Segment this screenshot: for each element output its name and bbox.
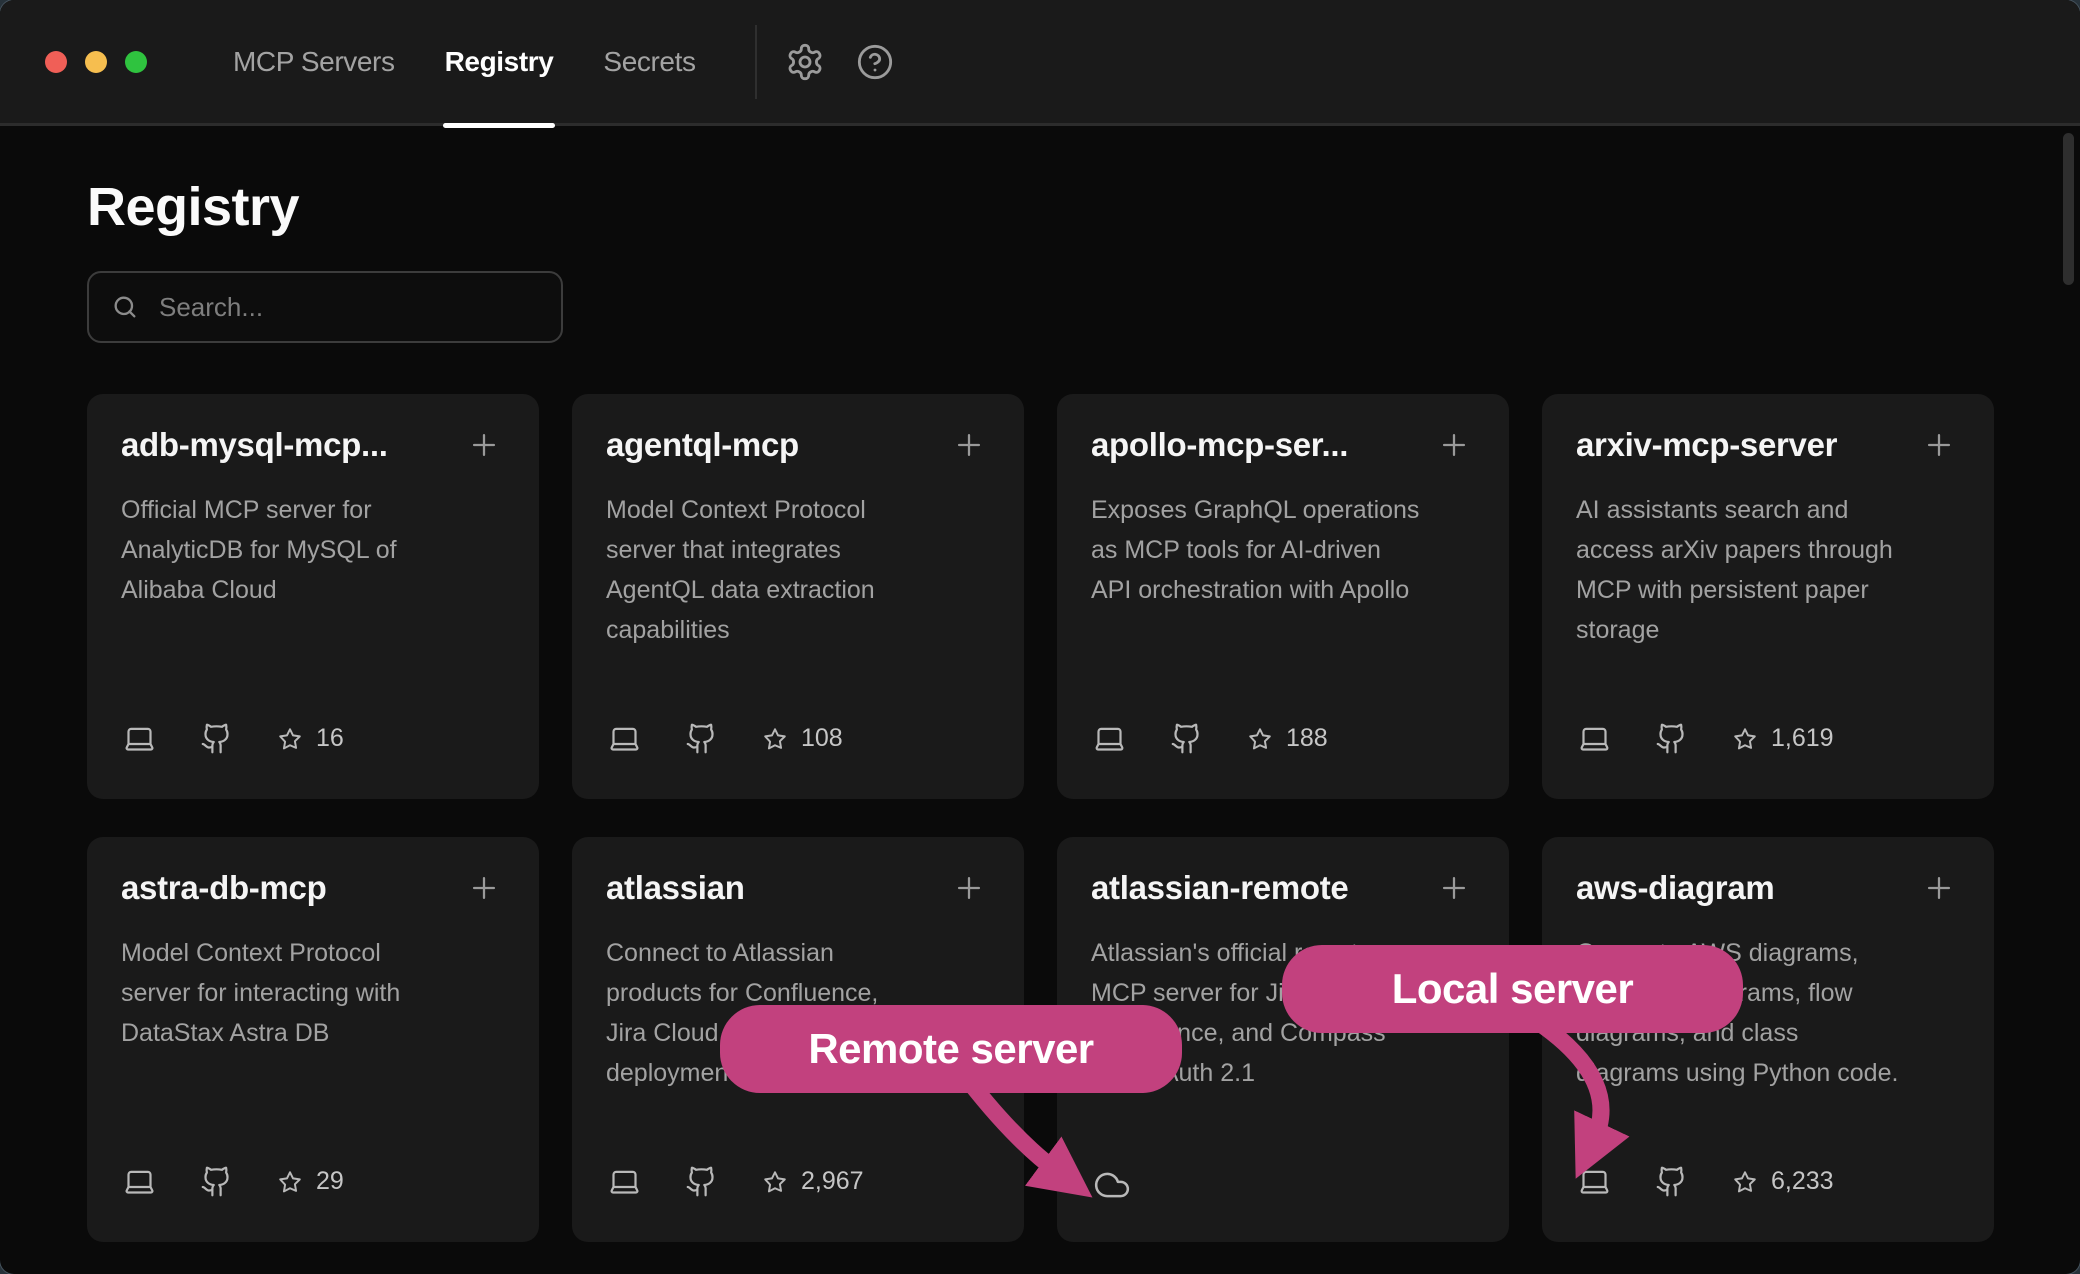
github-icon xyxy=(200,722,233,755)
server-name: adb-mysql-mcp... xyxy=(121,426,388,464)
laptop-icon xyxy=(608,722,641,755)
add-server-button[interactable] xyxy=(463,424,505,466)
star-count: 29 xyxy=(316,1167,344,1196)
github-icon xyxy=(1170,722,1203,755)
server-description: AI assistants search and access arXiv pa… xyxy=(1576,490,1960,650)
laptop-icon xyxy=(123,722,156,755)
server-card-arxiv-mcp-server[interactable]: arxiv-mcp-server AI assistants search an… xyxy=(1542,394,1994,799)
close-window-button[interactable] xyxy=(45,51,67,73)
add-server-button[interactable] xyxy=(1918,424,1960,466)
local-server-callout: Local server xyxy=(1282,945,1743,1033)
server-description: Official MCP server for AnalyticDB for M… xyxy=(121,490,505,610)
zoom-window-button[interactable] xyxy=(125,51,147,73)
laptop-icon xyxy=(1093,722,1126,755)
server-description: Exposes GraphQL operations as MCP tools … xyxy=(1091,490,1475,610)
page-title: Registry xyxy=(87,176,1993,238)
server-description: Model Context Protocol server for intera… xyxy=(121,933,505,1053)
github-stars: 16 xyxy=(277,724,344,753)
server-card-grid: adb-mysql-mcp... Official MCP server for… xyxy=(87,394,1993,1242)
github-icon xyxy=(1655,1165,1688,1198)
tab-registry[interactable]: Registry xyxy=(445,0,554,125)
plus-icon xyxy=(1922,428,1956,462)
star-icon xyxy=(1247,726,1273,752)
github-stars: 29 xyxy=(277,1167,344,1196)
github-icon xyxy=(200,1165,233,1198)
star-count: 108 xyxy=(801,724,843,753)
server-name: atlassian xyxy=(606,869,745,907)
laptop-icon xyxy=(1578,722,1611,755)
server-name: arxiv-mcp-server xyxy=(1576,426,1837,464)
laptop-icon xyxy=(123,1165,156,1198)
star-count: 2,967 xyxy=(801,1167,864,1196)
star-icon xyxy=(277,1169,303,1195)
plus-icon xyxy=(1922,871,1956,905)
main-nav-tabs: MCP Servers Registry Secrets xyxy=(233,0,696,125)
github-stars: 108 xyxy=(762,724,843,753)
app-window: MCP Servers Registry Secrets Registry xyxy=(0,0,2080,1274)
add-server-button[interactable] xyxy=(1433,424,1475,466)
github-stars: 6,233 xyxy=(1732,1167,1834,1196)
minimize-window-button[interactable] xyxy=(85,51,107,73)
laptop-icon xyxy=(608,1165,641,1198)
window-titlebar: MCP Servers Registry Secrets xyxy=(0,0,2080,126)
star-icon xyxy=(1732,1169,1758,1195)
tab-mcp-servers[interactable]: MCP Servers xyxy=(233,0,395,125)
plus-icon xyxy=(952,428,986,462)
search-box[interactable] xyxy=(87,271,563,343)
search-icon xyxy=(111,293,139,321)
server-card-apollo-mcp-server[interactable]: apollo-mcp-ser... Exposes GraphQL operat… xyxy=(1057,394,1509,799)
add-server-button[interactable] xyxy=(1433,867,1475,909)
cloud-icon xyxy=(1093,1166,1131,1204)
help-icon xyxy=(855,42,895,82)
vertical-scrollbar-thumb[interactable] xyxy=(2063,133,2074,285)
plus-icon xyxy=(952,871,986,905)
add-server-button[interactable] xyxy=(463,867,505,909)
github-stars: 188 xyxy=(1247,724,1328,753)
server-card-agentql-mcp[interactable]: agentql-mcp Model Context Protocol serve… xyxy=(572,394,1024,799)
plus-icon xyxy=(467,428,501,462)
server-name: atlassian-remote xyxy=(1091,869,1348,907)
star-icon xyxy=(277,726,303,752)
server-card-adb-mysql-mcp[interactable]: adb-mysql-mcp... Official MCP server for… xyxy=(87,394,539,799)
star-count: 1,619 xyxy=(1771,724,1834,753)
server-card-astra-db-mcp[interactable]: astra-db-mcp Model Context Protocol serv… xyxy=(87,837,539,1242)
server-name: aws-diagram xyxy=(1576,869,1774,907)
github-icon xyxy=(685,722,718,755)
plus-icon xyxy=(1437,428,1471,462)
plus-icon xyxy=(1437,871,1471,905)
help-button[interactable] xyxy=(855,42,895,82)
titlebar-divider xyxy=(755,25,757,99)
server-description: Model Context Protocol server that integ… xyxy=(606,490,990,650)
star-icon xyxy=(762,1169,788,1195)
laptop-icon xyxy=(1578,1165,1611,1198)
tab-secrets[interactable]: Secrets xyxy=(603,0,695,125)
add-server-button[interactable] xyxy=(948,867,990,909)
remote-server-callout: Remote server xyxy=(720,1005,1182,1093)
github-stars: 1,619 xyxy=(1732,724,1834,753)
star-icon xyxy=(1732,726,1758,752)
plus-icon xyxy=(467,871,501,905)
server-name: apollo-mcp-ser... xyxy=(1091,426,1348,464)
settings-button[interactable] xyxy=(785,42,825,82)
server-name: agentql-mcp xyxy=(606,426,799,464)
star-count: 16 xyxy=(316,724,344,753)
add-server-button[interactable] xyxy=(948,424,990,466)
github-icon xyxy=(1655,722,1688,755)
search-input[interactable] xyxy=(159,292,539,323)
star-icon xyxy=(762,726,788,752)
traffic-lights xyxy=(45,51,147,73)
server-card-aws-diagram[interactable]: aws-diagram Generate AWS diagrams, seque… xyxy=(1542,837,1994,1242)
server-name: astra-db-mcp xyxy=(121,869,326,907)
github-icon xyxy=(685,1165,718,1198)
add-server-button[interactable] xyxy=(1918,867,1960,909)
gear-icon xyxy=(785,42,825,82)
star-count: 6,233 xyxy=(1771,1167,1834,1196)
github-stars: 2,967 xyxy=(762,1167,864,1196)
star-count: 188 xyxy=(1286,724,1328,753)
